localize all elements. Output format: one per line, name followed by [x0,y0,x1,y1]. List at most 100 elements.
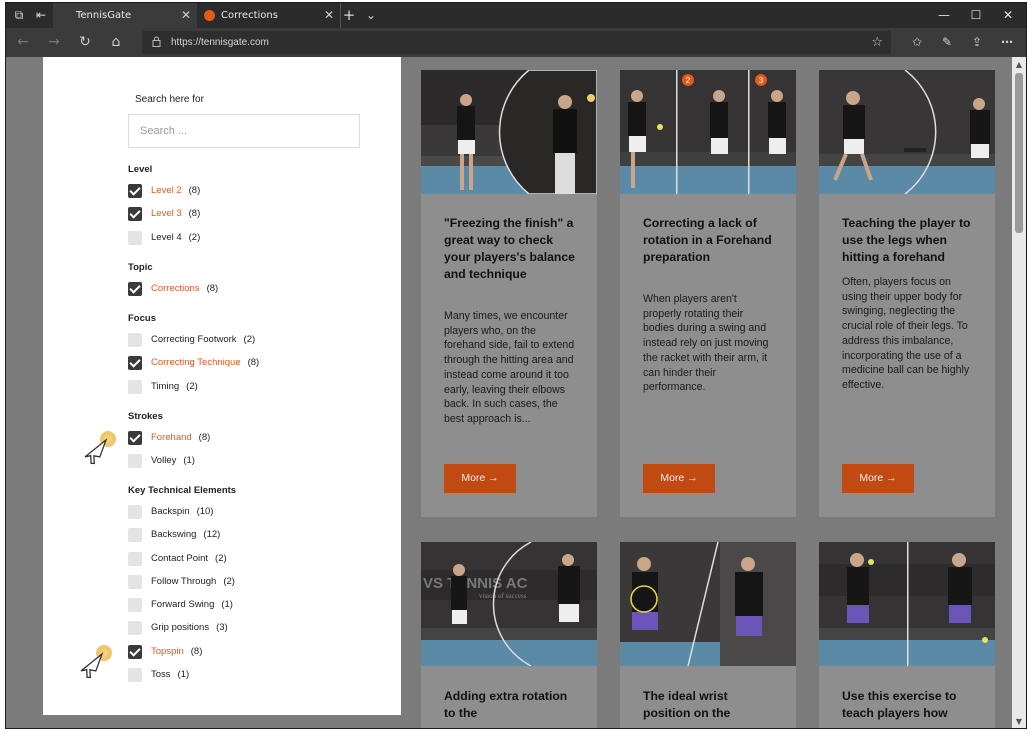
tab-tennisgate[interactable]: TennisGate ✕ [53,3,197,28]
article-card[interactable]: Teaching the player to use the legs when… [819,70,995,517]
add-favorite-star-icon[interactable]: ☆ [871,31,883,54]
checkbox[interactable] [128,644,142,659]
article-thumbnail: VS TENNIS AC vision of success [421,542,597,666]
article-title[interactable]: Correcting a lack of rotation in a Foreh… [643,215,777,266]
checkbox[interactable] [128,355,142,370]
article-title[interactable]: "Freezing the finish" a great way to che… [444,215,578,283]
checkbox[interactable] [128,504,142,519]
close-window-icon[interactable]: ✕ [992,3,1024,28]
filter-option[interactable]: Corrections (8) [128,281,218,296]
filter-option[interactable]: Forehand (8) [128,430,210,445]
checkbox[interactable] [128,379,142,394]
more-button[interactable]: More → [842,464,914,493]
tab-corrections[interactable]: Corrections ✕ [197,3,341,28]
tab-actions-icon[interactable]: ⧉ [8,3,30,28]
article-thumbnail: 2 3 [620,70,796,194]
address-bar-row: ← → ↻ ⌂ https://tennisgate.com ☆ ✩ ✎ ⇪ ⋯ [6,28,1026,57]
article-title[interactable]: The ideal wrist position on the [643,688,777,722]
checkbox[interactable] [128,453,142,468]
scroll-up-icon[interactable]: ▲ [1012,59,1026,71]
checkbox[interactable] [128,551,142,566]
checkbox[interactable] [128,597,142,612]
more-icon[interactable]: ⋯ [993,28,1021,57]
tab-label: Corrections [221,10,278,21]
article-card[interactable]: "Freezing the finish" a great way to che… [421,70,597,517]
set-tabs-aside-icon[interactable]: ⇤ [30,3,52,28]
filter-option[interactable]: Toss (1) [128,667,189,682]
forward-icon[interactable]: → [40,28,68,57]
search-label: Search here for [135,94,204,105]
article-excerpt: Many times, we encounter players who, on… [444,310,575,425]
article-title[interactable]: Adding extra rotation to the [444,688,578,722]
scrollbar-thumb[interactable] [1015,73,1023,233]
tab-close-icon[interactable]: ✕ [181,3,191,28]
filter-option[interactable]: Correcting Footwork (2) [128,332,255,347]
checkbox[interactable] [128,281,142,296]
filter-option[interactable]: Contact Point (2) [128,551,227,566]
tab-label: TennisGate [76,10,132,21]
page-scrollbar[interactable]: ▲ ▼ [1012,57,1026,728]
filter-option[interactable]: Timing (2) [128,379,198,394]
filter-option[interactable]: Grip positions (3) [128,620,228,635]
checkbox[interactable] [128,430,142,445]
home-icon[interactable]: ⌂ [102,28,130,57]
filter-option[interactable]: Level 4 (2) [128,230,200,245]
scroll-down-icon[interactable]: ▼ [1012,716,1026,728]
tennisgate-favicon-icon [204,10,215,21]
filter-option[interactable]: Backswing (12) [128,527,220,542]
pen-icon[interactable]: ✎ [933,28,961,57]
checkbox[interactable] [128,332,142,347]
banner-subtext: vision of success [479,592,527,600]
page-viewport: Search here for Level Level 2(8) Level 3… [6,57,1014,728]
step-badge-3: 3 [759,76,764,85]
search-input[interactable] [129,115,359,147]
filter-option[interactable]: Forward Swing (1) [128,597,233,612]
article-title[interactable]: Use this exercise to teach players how [842,688,976,722]
refresh-icon[interactable]: ↻ [71,28,99,57]
checkbox[interactable] [128,183,142,198]
filter-group-title-focus: Focus [128,313,156,324]
favorites-star-icon[interactable]: ✩ [903,28,931,57]
article-title[interactable]: Teaching the player to use the legs when… [842,215,976,266]
minimize-icon[interactable]: — [928,3,960,28]
browser-window: ⧉ ⇤ TennisGate ✕ Corrections ✕ + ⌄ — ☐ ✕… [5,2,1027,729]
banner-text: VS TENNIS AC [423,575,528,592]
step-badge-2: 2 [686,76,691,85]
article-card[interactable]: The ideal wrist position on the [620,542,796,728]
article-card[interactable]: Use this exercise to teach players how [819,542,995,728]
maximize-icon[interactable]: ☐ [960,3,992,28]
checkbox[interactable] [128,667,142,682]
back-icon[interactable]: ← [9,28,37,57]
share-icon[interactable]: ⇪ [963,28,991,57]
filter-option[interactable]: Follow Through (2) [128,574,235,589]
checkbox[interactable] [128,620,142,635]
filter-option[interactable]: Backspin (10) [128,504,213,519]
article-excerpt: When players aren't properly rotating th… [643,293,769,394]
filter-option[interactable]: Volley (1) [128,453,195,468]
filter-group-title-strokes: Strokes [128,411,163,422]
new-tab-icon[interactable]: + [338,3,360,28]
search-field[interactable] [128,114,360,148]
article-card[interactable]: 2 3 Correcting a lack of rotation in a F… [620,70,796,517]
filter-option[interactable]: Level 3 (8) [128,206,200,221]
checkbox[interactable] [128,230,142,245]
article-card[interactable]: VS TENNIS AC vision of success Adding ex… [421,542,597,728]
checkbox[interactable] [128,206,142,221]
tab-list-chevron-icon[interactable]: ⌄ [360,3,382,28]
filter-option[interactable]: Level 2 (8) [128,183,200,198]
filter-option[interactable]: Correcting Technique (8) [128,355,259,370]
tab-close-icon[interactable]: ✕ [324,3,334,28]
article-thumbnail [819,70,995,194]
pointer-cursor-icon [84,431,116,465]
filter-group-title-level: Level [128,164,153,175]
article-excerpt: Often, players focus on using their uppe… [842,276,970,391]
more-button[interactable]: More → [444,464,516,493]
article-thumbnail [421,70,597,194]
more-button[interactable]: More → [643,464,715,493]
lock-icon [152,36,161,50]
checkbox[interactable] [128,574,142,589]
article-thumbnail [819,542,995,666]
filter-option[interactable]: Topspin (8) [128,644,202,659]
checkbox[interactable] [128,527,142,542]
address-bar[interactable]: https://tennisgate.com ☆ [142,31,891,54]
